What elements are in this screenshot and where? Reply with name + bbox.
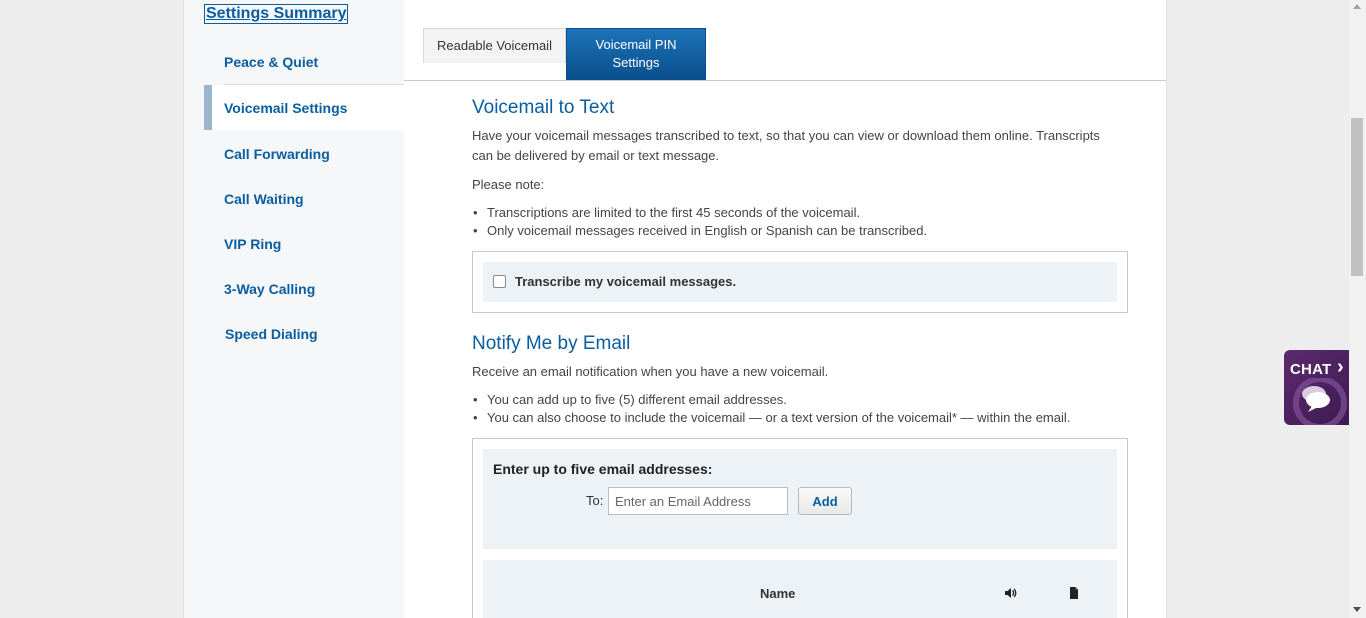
notify-email-heading: Notify Me by Email xyxy=(472,333,631,354)
sidebar-item-label: Call Forwarding xyxy=(224,145,330,162)
document-icon xyxy=(1067,586,1081,600)
list-item: You can also choose to include the voice… xyxy=(472,409,1070,427)
tab-label: Readable Voicemail xyxy=(437,38,552,53)
vertical-scrollbar[interactable] xyxy=(1349,0,1366,618)
notify-email-notes: You can add up to five (5) different ema… xyxy=(472,391,1070,427)
sidebar-item-label: Peace & Quiet xyxy=(224,53,319,70)
chat-bubbles-icon xyxy=(1292,376,1350,425)
transcribe-box: Transcribe my voicemail messages. xyxy=(472,251,1128,313)
transcribe-checkbox-label[interactable]: Transcribe my voicemail messages. xyxy=(515,274,736,289)
sidebar-item-vip-ring[interactable]: VIP Ring xyxy=(204,221,404,266)
list-item: Only voicemail messages received in Engl… xyxy=(472,222,927,240)
sidebar-item-peace-quiet[interactable]: Peace & Quiet xyxy=(204,39,404,84)
email-input-placeholder: Enter an Email Address xyxy=(615,493,751,509)
please-note-label: Please note: xyxy=(472,177,545,192)
scroll-down-arrow-icon[interactable] xyxy=(1353,607,1361,612)
transcribe-panel: Transcribe my voicemail messages. xyxy=(483,262,1117,302)
transcribe-checkbox[interactable] xyxy=(493,274,506,288)
list-item: You can add up to five (5) different ema… xyxy=(472,391,1070,409)
voicemail-to-text-description: Have your voicemail messages transcribed… xyxy=(472,128,1100,163)
sidebar-item-speed-dialing[interactable]: Speed Dialing xyxy=(204,311,404,356)
sidebar-item-label: Speed Dialing xyxy=(225,325,318,342)
voicemail-to-text-heading: Voicemail to Text xyxy=(472,97,615,118)
sidebar-item-label: 3-Way Calling xyxy=(224,280,316,297)
scrollbar-thumb[interactable] xyxy=(1351,118,1363,276)
settings-summary-link[interactable]: Settings Summary xyxy=(203,4,349,24)
chat-widget[interactable]: CHAT › xyxy=(1284,350,1350,425)
email-table-header: Name xyxy=(483,560,1117,618)
name-column-header: Name xyxy=(760,586,796,601)
email-box: Enter up to five email addresses: To: En… xyxy=(472,438,1128,618)
tab-label: Voicemail PIN Settings xyxy=(595,37,677,70)
chat-label: CHAT xyxy=(1290,361,1332,378)
sidebar-item-voicemail-settings[interactable]: Voicemail Settings xyxy=(204,85,404,130)
to-label: To: xyxy=(586,493,604,508)
sidebar-item-label: Call Waiting xyxy=(224,190,304,207)
page-container: Settings Summary Peace & Quiet Voicemail… xyxy=(183,0,1167,618)
tab-voicemail-pin-settings[interactable]: Voicemail PIN Settings xyxy=(566,28,706,80)
sidebar-item-label: Voicemail Settings xyxy=(224,99,348,116)
sidebar-item-label: VIP Ring xyxy=(224,235,282,252)
voicemail-to-text-notes: Transcriptions are limited to the first … xyxy=(472,204,927,240)
speaker-icon xyxy=(1003,586,1017,600)
add-button-label: Add xyxy=(812,493,838,509)
scroll-up-arrow-icon[interactable] xyxy=(1353,4,1361,9)
sidebar-item-3-way-calling[interactable]: 3-Way Calling xyxy=(204,266,404,311)
sidebar-item-call-forwarding[interactable]: Call Forwarding xyxy=(204,131,404,176)
email-form-title: Enter up to five email addresses: xyxy=(493,461,713,477)
tab-readable-voicemail[interactable]: Readable Voicemail xyxy=(423,28,566,63)
chevron-right-icon: › xyxy=(1337,356,1344,378)
list-item: Transcriptions are limited to the first … xyxy=(472,204,927,222)
email-entry-panel: Enter up to five email addresses: To: En… xyxy=(483,449,1117,549)
sidebar: Settings Summary Peace & Quiet Voicemail… xyxy=(184,0,404,618)
sidebar-item-call-waiting[interactable]: Call Waiting xyxy=(204,176,404,221)
add-email-button[interactable]: Add xyxy=(798,487,852,515)
notify-email-description: Receive an email notification when you h… xyxy=(472,364,829,379)
email-input[interactable]: Enter an Email Address xyxy=(608,487,788,515)
tabs-divider xyxy=(404,80,1166,81)
